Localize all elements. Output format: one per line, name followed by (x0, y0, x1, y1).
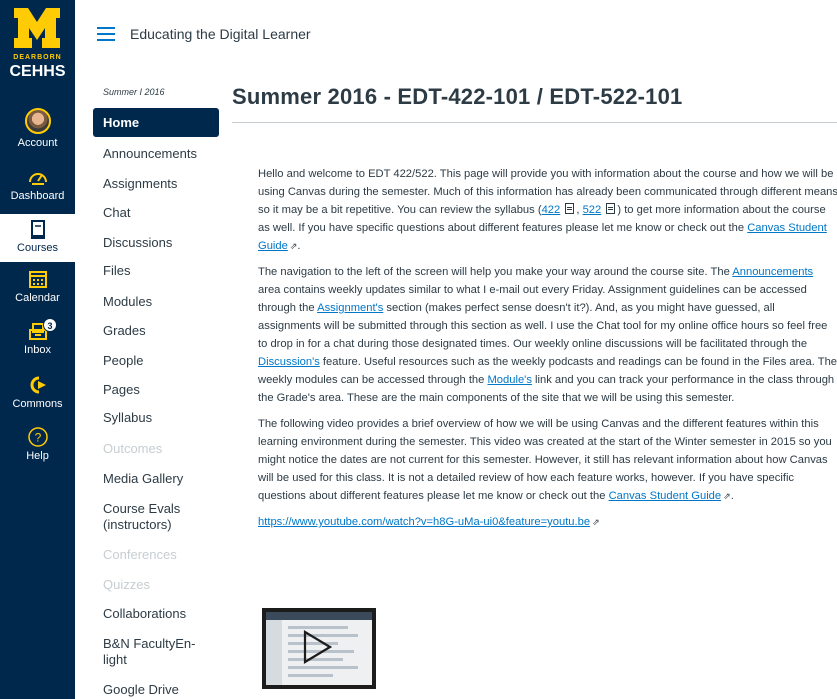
youtube-video-link[interactable]: https://www.youtube.com/watch?v=h8G-uMa-… (258, 516, 590, 528)
text: . (297, 240, 301, 252)
global-nav-label: Courses (17, 242, 58, 254)
logo[interactable]: DEARBORN CEHHS (0, 0, 75, 100)
course-nav-grades[interactable]: Grades (93, 323, 156, 339)
breadcrumb-course[interactable]: Educating the Digital Learner (130, 26, 311, 42)
pdf-file-icon[interactable] (565, 203, 575, 214)
course-nav-pages[interactable]: Pages (93, 382, 150, 398)
calendar-icon (28, 271, 47, 288)
course-term: Summer I 2016 (103, 87, 165, 97)
global-nav-label: Help (26, 450, 49, 462)
block-m-logo-icon (14, 8, 60, 48)
title-divider (232, 122, 837, 123)
external-link-icon: ⇗ (592, 517, 600, 527)
canvas-student-guide-link[interactable]: Canvas Student Guide (609, 490, 722, 502)
global-nav-help[interactable]: ? Help (0, 426, 75, 462)
page-title: Summer 2016 - EDT-422-101 / EDT-522-101 (232, 84, 683, 109)
assignments-link[interactable]: Assignment's (317, 302, 383, 314)
global-nav-inbox[interactable]: 3 Inbox (0, 318, 75, 356)
svg-text:?: ? (34, 431, 41, 445)
text: The following video provides a brief ove… (258, 418, 832, 502)
global-nav-label: Dashboard (10, 190, 65, 202)
global-nav: DEARBORN CEHHS Account Dashboard Courses… (0, 0, 75, 699)
pdf-file-icon[interactable] (606, 203, 616, 214)
course-nav-chat[interactable]: Chat (93, 205, 140, 221)
course-nav-collaborations[interactable]: Collaborations (93, 606, 196, 622)
navigation-paragraph: The navigation to the left of the screen… (258, 263, 837, 407)
global-nav-account[interactable]: Account (0, 108, 75, 149)
discussions-link[interactable]: Discussion's (258, 356, 320, 368)
course-nav-bn-facultyenlight[interactable]: B&N FacultyEn-light (93, 636, 219, 668)
avatar (24, 108, 51, 134)
video-thumbnail[interactable] (262, 608, 376, 689)
course-nav-modules[interactable]: Modules (93, 294, 162, 310)
text: The navigation to the left of the screen… (258, 266, 733, 278)
play-icon[interactable] (302, 630, 332, 664)
courses-icon (30, 220, 45, 239)
syllabus-522-link[interactable]: 522 (583, 204, 602, 216)
commons-icon (30, 376, 46, 394)
course-nav-syllabus[interactable]: Syllabus (93, 410, 162, 426)
page-content: Hello and welcome to EDT 422/522. This p… (258, 165, 837, 539)
help-icon: ? (27, 427, 48, 447)
video-link-paragraph: https://www.youtube.com/watch?v=h8G-uMa-… (258, 513, 837, 531)
external-link-icon: ⇗ (723, 491, 731, 501)
course-nav-people[interactable]: People (93, 353, 153, 369)
logo-subtitle-campus: DEARBORN (13, 54, 62, 61)
video-paragraph: The following video provides a brief ove… (258, 415, 837, 505)
course-nav-files[interactable]: Files (93, 263, 140, 279)
global-nav-label: Inbox (24, 344, 51, 356)
course-nav-assignments[interactable]: Assignments (93, 176, 187, 192)
inbox-unread-badge: 3 (43, 318, 57, 332)
global-nav-courses[interactable]: Courses (0, 214, 75, 262)
course-nav-google-drive[interactable]: Google Drive (93, 682, 189, 698)
course-nav-conferences: Conferences (103, 547, 177, 562)
course-nav-media-gallery[interactable]: Media Gallery (93, 471, 193, 487)
dashboard-icon (28, 173, 47, 185)
modules-link[interactable]: Module's (487, 374, 531, 386)
global-nav-label: Calendar (15, 292, 60, 304)
text: . (730, 490, 734, 502)
course-nav-discussions[interactable]: Discussions (93, 235, 182, 251)
course-nav-quizzes: Quizzes (103, 577, 150, 592)
course-nav-announcements[interactable]: Announcements (93, 146, 207, 162)
course-nav-course-evals[interactable]: Course Evals (instructors) (93, 501, 219, 533)
global-nav-dashboard[interactable]: Dashboard (0, 166, 75, 202)
intro-paragraph: Hello and welcome to EDT 422/522. This p… (258, 165, 837, 255)
global-nav-commons[interactable]: Commons (0, 374, 75, 410)
hamburger-menu-icon[interactable] (97, 27, 115, 41)
global-nav-label: Commons (12, 398, 63, 410)
course-nav-home[interactable]: Home (93, 108, 219, 137)
course-nav-outcomes: Outcomes (103, 441, 163, 456)
global-nav-label: Account (17, 137, 58, 149)
syllabus-422-link[interactable]: 422 (542, 204, 561, 216)
logo-subtitle-college: CEHHS (9, 63, 66, 80)
announcements-link[interactable]: Announcements (732, 266, 813, 278)
global-nav-calendar[interactable]: Calendar (0, 268, 75, 304)
